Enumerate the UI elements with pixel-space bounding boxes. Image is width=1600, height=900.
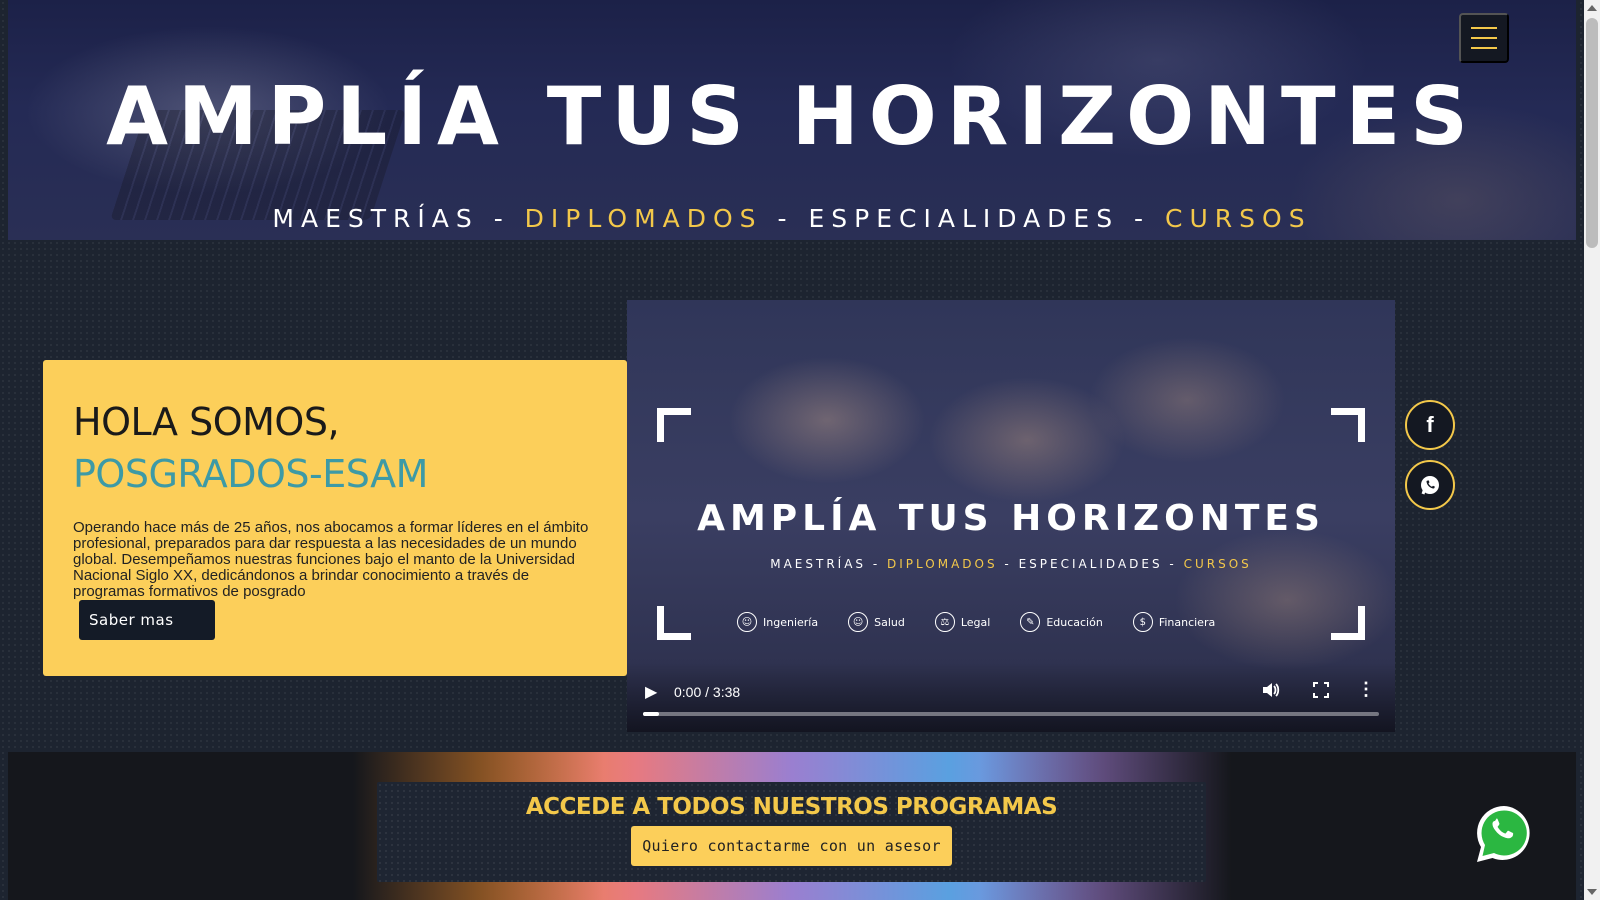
video-title: AMPLÍA TUS HORIZONTES [697,498,1325,539]
area-label: Salud [874,615,905,629]
whatsapp-social-button[interactable] [1405,460,1455,510]
programs-callout: ACCEDE A TODOS NUESTROS PROGRAMAS Quiero… [377,782,1206,882]
menu-toggle-button[interactable] [1459,13,1509,63]
area-label: Ingeniería [763,615,819,629]
hamburger-icon-line [1471,47,1497,49]
lawyer-icon: ⚖ [934,612,955,632]
hero-banner: AMPLÍA TUS HORIZONTES MAESTRÍAS - DIPLOM… [8,0,1576,240]
area-salud: ☺ Salud [848,612,905,632]
hero-sub-maestrias: MAESTRÍAS [272,204,479,233]
fullscreen-icon[interactable] [1313,682,1329,703]
video-player[interactable]: AMPLÍA TUS HORIZONTES MAESTRÍAS - DIPLOM… [627,300,1395,732]
video-progress-fill [643,712,659,716]
doctor-icon: ☺ [848,612,869,632]
video-sub-maestrias: MAESTRÍAS [770,557,867,571]
video-sub-separator: - [997,557,1019,571]
whatsapp-float-button[interactable] [1472,802,1536,866]
scroll-up-icon[interactable] [1587,5,1597,11]
whatsapp-icon [1421,476,1439,495]
hero-sub-cursos: CURSOS [1165,204,1312,233]
play-icon[interactable]: ▶ [645,682,657,702]
hamburger-icon-line [1471,37,1497,39]
area-legal: ⚖ Legal [934,612,991,632]
intro-brand-heading: POSGRADOS-ESAM [73,452,428,496]
video-sub-separator: - [866,557,887,571]
contact-advisor-button[interactable]: Quiero contactarme con un asesor [631,826,952,866]
video-sub-especialidades: ESPECIALIDADES [1018,557,1163,571]
volume-icon[interactable] [1260,680,1280,705]
whatsapp-icon [1477,806,1530,862]
scroll-down-icon[interactable] [1587,889,1597,895]
intro-card: HOLA SOMOS, POSGRADOS-ESAM Operando hace… [43,360,627,676]
video-progress-track[interactable] [643,712,1379,716]
saber-mas-button[interactable]: Saber mas [79,600,215,640]
hero-title: AMPLÍA TUS HORIZONTES [106,70,1478,163]
finance-icon: $ [1132,612,1153,632]
more-options-icon[interactable]: ⋮ [1357,680,1375,698]
hero-sub-especialidades: ESPECIALIDADES [808,204,1120,233]
area-ingenieria: ☺ Ingeniería [737,612,818,632]
area-label: Financiera [1158,615,1216,629]
page-scrollbar[interactable] [1584,0,1600,900]
video-sub-diplomados: DIPLOMADOS [887,557,998,571]
hero-sub-separator: - [762,204,809,233]
hero-sub-diplomados: DIPLOMADOS [524,204,763,233]
hero-subtitle: MAESTRÍAS - DIPLOMADOS - ESPECIALIDADES … [8,204,1576,233]
programs-heading: ACCEDE A TODOS NUESTROS PROGRAMAS [525,794,1058,820]
hero-sub-separator: - [1119,204,1166,233]
frame-corner [1331,606,1365,640]
scrollbar-thumb[interactable] [1586,18,1598,248]
hamburger-icon [1471,27,1497,29]
intro-heading: HOLA SOMOS, [73,400,340,444]
video-areas: ☺ Ingeniería ☺ Salud ⚖ Legal ✎ Educación $ Fi… [737,612,1215,632]
frame-corner [1331,408,1365,442]
hero-sub-separator: - [478,204,525,233]
facebook-icon[interactable]: f [1405,400,1455,450]
video-controls: ▶ 0:00 / 3:38 ⋮ [627,662,1395,732]
video-sub-separator: - [1162,557,1184,571]
area-financiera: $ Financiera [1132,612,1216,632]
intro-description: Operando hace más de 25 años, nos abocam… [73,519,589,600]
video-sub-cursos: CURSOS [1183,557,1252,571]
area-label: Educación [1046,615,1103,629]
frame-corner [657,606,691,640]
person-icon: ☺ [737,612,757,632]
video-subtitle: MAESTRÍAS - DIPLOMADOS - ESPECIALIDADES … [627,557,1395,571]
video-time: 0:00 / 3:38 [674,684,741,700]
area-educacion: ✎ Educación [1020,612,1103,632]
frame-corner [657,408,691,442]
area-label: Legal [960,615,991,629]
education-icon: ✎ [1020,612,1041,632]
